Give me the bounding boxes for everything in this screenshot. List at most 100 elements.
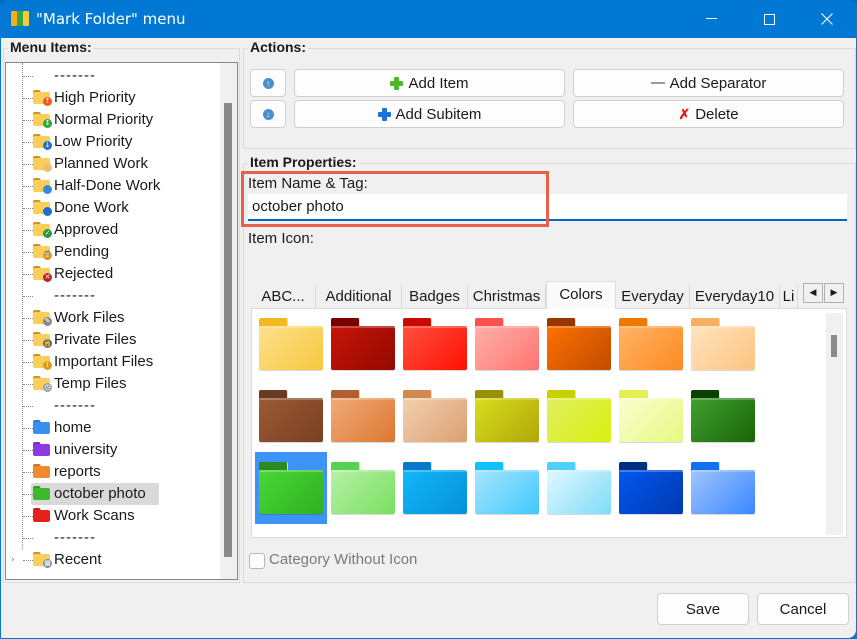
folder-sky-blue-icon	[475, 462, 539, 514]
tree-connector	[23, 208, 33, 209]
tree-item[interactable]: ✎ Work Files	[6, 307, 226, 329]
icon-option-dark-orange[interactable]	[543, 308, 615, 380]
tree-connector	[23, 230, 33, 231]
item-name-input[interactable]	[248, 194, 847, 221]
add-separator-button[interactable]: Add Separator	[573, 69, 844, 97]
maximize-button[interactable]	[740, 0, 798, 38]
icon-option-cyan-blue[interactable]	[399, 452, 471, 524]
add-item-button[interactable]: Add Item	[294, 69, 565, 97]
icon-option-navy[interactable]	[615, 452, 687, 524]
icon-option-blue[interactable]	[687, 452, 759, 524]
close-button[interactable]	[798, 0, 856, 38]
tab-colors[interactable]: Colors	[546, 281, 616, 309]
tree-item[interactable]: university	[6, 439, 226, 461]
tab-scroll-left-icon: ◀	[809, 288, 817, 298]
tree-item-label: Temp Files	[54, 375, 127, 392]
icon-option-tan[interactable]	[327, 380, 399, 452]
icon-option-lime[interactable]	[543, 380, 615, 452]
tab-everyday10[interactable]: Everyday10	[690, 285, 780, 309]
tree-connector	[23, 362, 33, 363]
tree-connector	[23, 450, 33, 451]
tree-connector	[23, 252, 33, 253]
item-name-label: Item Name & Tag:	[248, 175, 368, 192]
tree-separator[interactable]: -------	[6, 395, 226, 417]
tab-abc[interactable]: ABC...	[251, 285, 316, 309]
expand-chevron-icon[interactable]: ›	[11, 555, 15, 565]
tree-item[interactable]: Work Scans	[6, 505, 226, 527]
icon-option-brown[interactable]	[255, 380, 327, 452]
save-button[interactable]: Save	[657, 593, 749, 625]
icon-option-yellow[interactable]	[255, 308, 327, 380]
icon-option-pink[interactable]	[471, 308, 543, 380]
icon-option-light-green[interactable]	[327, 452, 399, 524]
tree-item-label: university	[54, 441, 118, 458]
icon-option-ice-blue[interactable]	[543, 452, 615, 524]
tree-item[interactable]: Half-Done Work	[6, 175, 226, 197]
tree-item-label: -------	[54, 67, 96, 84]
tree-item[interactable]: Planned Work	[6, 153, 226, 175]
tree-item[interactable]: › ▦ Recent	[6, 549, 226, 571]
category-without-icon-checkbox[interactable]	[249, 553, 265, 569]
tree-separator[interactable]: -------	[6, 527, 226, 549]
tab-li[interactable]: Li	[780, 285, 798, 309]
dialog-client-area: Menu Items: ------- ↑ High Priority ↕ Normal…	[1, 38, 856, 638]
tree-item[interactable]: ! Important Files	[6, 351, 226, 373]
delete-button[interactable]: ✗ Delete	[573, 100, 844, 128]
folder-dark-orange-icon	[547, 318, 611, 370]
tab-scroll-left-button[interactable]: ◀	[803, 283, 823, 303]
icon-option-green[interactable]	[255, 452, 327, 524]
folder-half-done-icon	[33, 178, 52, 194]
tree-item-label: Approved	[54, 221, 119, 238]
actions-title: Actions:	[248, 39, 308, 55]
tree-item[interactable]: 🔒 Private Files	[6, 329, 226, 351]
tree-separator[interactable]: -------	[6, 65, 226, 87]
move-up-button[interactable]: ↑	[250, 69, 286, 97]
add-subitem-button[interactable]: Add Subitem	[294, 100, 565, 128]
icon-option-dark-red[interactable]	[327, 308, 399, 380]
title-bar[interactable]: "Mark Folder" menu	[0, 0, 857, 38]
tree-item-label: Work Scans	[54, 507, 135, 524]
tab-badges[interactable]: Badges	[402, 285, 468, 309]
folder-light-lime-icon	[619, 390, 683, 442]
tab-christmas[interactable]: Christmas	[468, 285, 546, 309]
tree-item[interactable]: home	[6, 417, 226, 439]
tree-item[interactable]: ◷ Temp Files	[6, 373, 226, 395]
tree-connector	[23, 186, 33, 187]
icon-option-red[interactable]	[399, 308, 471, 380]
tree-item[interactable]: october photo	[6, 483, 226, 505]
tab-everyday[interactable]: Everyday	[616, 285, 690, 309]
tree-item[interactable]: ↕ Normal Priority	[6, 109, 226, 131]
tab-additional[interactable]: Additional	[316, 285, 402, 309]
tree-connector	[23, 494, 33, 495]
tree-item[interactable]: Done Work	[6, 197, 226, 219]
tree-item[interactable]: reports	[6, 461, 226, 483]
minimize-button[interactable]	[682, 0, 740, 38]
tab-scroll-right-button[interactable]: ▶	[824, 283, 844, 303]
tab-scroll-right-icon: ▶	[830, 288, 838, 298]
icon-option-peach[interactable]	[687, 308, 759, 380]
tree-item-label: reports	[54, 463, 101, 480]
icon-option-olive[interactable]	[471, 380, 543, 452]
icon-option-dark-green[interactable]	[687, 380, 759, 452]
tree-item[interactable]: ✕ Rejected	[6, 263, 226, 285]
tree-item[interactable]: ↓ Low Priority	[6, 131, 226, 153]
cancel-button[interactable]: Cancel	[757, 593, 849, 625]
folder-dark-green-icon	[691, 390, 755, 442]
move-down-button[interactable]: ↓	[250, 100, 286, 128]
item-icon-label: Item Icon:	[248, 230, 314, 247]
folder-red-icon	[33, 508, 50, 522]
icon-option-sky-blue[interactable]	[471, 452, 543, 524]
window-title: "Mark Folder" menu	[36, 10, 186, 28]
icon-option-orange[interactable]	[615, 308, 687, 380]
menu-items-tree[interactable]: ------- ↑ High Priority ↕ Normal Priority ↓ Lo…	[5, 62, 238, 580]
icon-grid-scrollbar[interactable]	[826, 313, 843, 535]
cancel-label: Cancel	[779, 600, 827, 618]
tree-item[interactable]: ⌛ Pending	[6, 241, 226, 263]
icon-option-light-lime[interactable]	[615, 380, 687, 452]
icon-grid-scrollbar-thumb[interactable]	[831, 335, 837, 357]
tree-item[interactable]: ↑ High Priority	[6, 87, 226, 109]
maximize-icon	[763, 13, 775, 25]
tree-separator[interactable]: -------	[6, 285, 226, 307]
tree-item[interactable]: ✓ Approved	[6, 219, 226, 241]
icon-option-beige[interactable]	[399, 380, 471, 452]
